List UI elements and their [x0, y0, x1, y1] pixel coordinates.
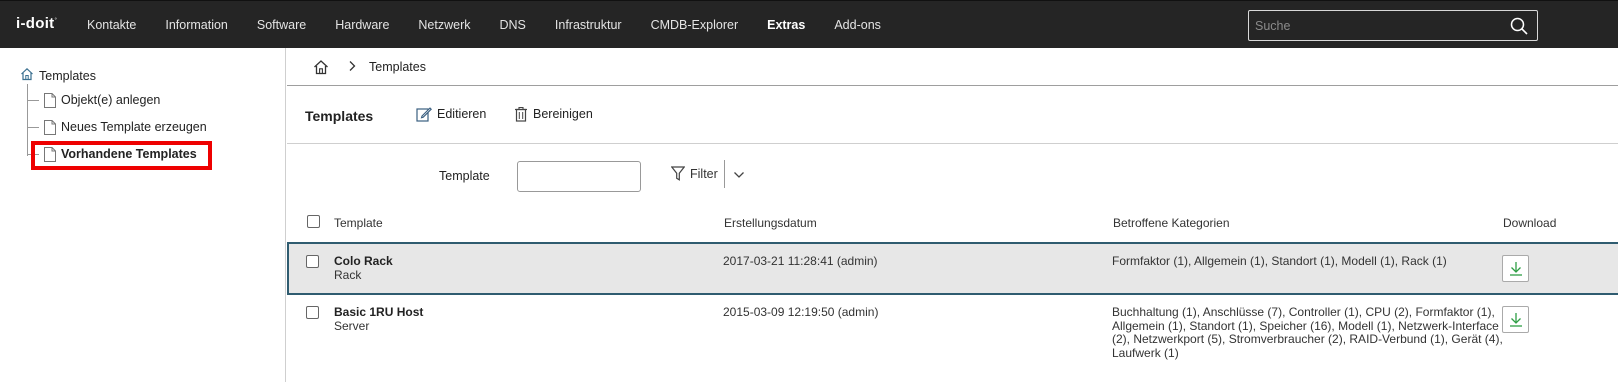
edit-label: Editieren: [437, 107, 487, 121]
nav-item-infrastruktur[interactable]: Infrastruktur: [543, 1, 634, 49]
tree-root-label: Templates: [39, 68, 96, 83]
nav-item-information[interactable]: Information: [153, 1, 240, 49]
created-date: 2015-03-09 12:19:50 (admin): [723, 305, 879, 319]
table-row[interactable]: Colo Rack Rack 2017-03-21 11:28:41 (admi…: [287, 242, 1618, 295]
column-header-categories[interactable]: Betroffene Kategorien: [1113, 216, 1230, 230]
clean-button[interactable]: Bereinigen: [514, 106, 593, 122]
nav-item-software[interactable]: Software: [245, 1, 318, 49]
categories-line: Laufwerk (1): [1112, 345, 1179, 360]
sidebar-item-objekte-anlegen[interactable]: Objekt(e) anlegen: [27, 90, 160, 110]
sidebar-item-label: Objekt(e) anlegen: [61, 93, 161, 107]
row-checkbox[interactable]: [306, 255, 319, 268]
filter-button-label: Filter: [690, 166, 718, 181]
trash-icon: [515, 106, 527, 122]
page-title: Templates: [305, 108, 374, 124]
filter-button[interactable]: Filter: [671, 166, 718, 181]
edit-icon: [416, 107, 432, 122]
home-icon: [20, 67, 34, 84]
download-icon: [1509, 313, 1522, 327]
column-header-template[interactable]: Template: [334, 216, 383, 230]
selection-highlight: [31, 141, 212, 170]
template-name[interactable]: Basic 1RU Host: [334, 305, 423, 320]
filter-icon: [671, 166, 685, 181]
sidebar-item-neues-template[interactable]: Neues Template erzeugen: [27, 117, 207, 137]
chevron-down-icon[interactable]: [733, 168, 745, 182]
sidebar-item-label: Neues Template erzeugen: [61, 120, 207, 134]
document-icon: [44, 119, 56, 135]
chevron-right-icon: [348, 60, 356, 75]
column-header-created[interactable]: Erstellungsdatum: [724, 216, 817, 230]
created-date: 2017-03-21 11:28:41 (admin): [723, 254, 878, 268]
main-menu: Kontakte Information Software Hardware N…: [75, 1, 898, 49]
nav-item-extras[interactable]: Extras: [755, 1, 817, 49]
template-type: Rack: [334, 268, 362, 282]
tree-root-templates[interactable]: Templates: [20, 67, 96, 84]
categories-line: Allgemein (1), Standort (1), Speicher (1…: [1112, 318, 1499, 333]
row-checkbox[interactable]: [306, 306, 319, 319]
home-icon[interactable]: [313, 59, 329, 78]
nav-item-cmdb-explorer[interactable]: CMDB-Explorer: [639, 1, 751, 49]
column-header-download: Download: [1503, 216, 1557, 230]
nav-item-add-ons[interactable]: Add-ons: [822, 1, 893, 49]
nav-item-dns[interactable]: DNS: [488, 1, 538, 49]
download-button[interactable]: [1502, 306, 1529, 333]
categories-line: (2), Netzwerkport (5), Stromverbraucher …: [1112, 332, 1503, 346]
search-box: [1248, 10, 1538, 41]
nav-item-netzwerk[interactable]: Netzwerk: [406, 1, 482, 49]
affected-categories: Formfaktor (1), Allgemein (1), Standort …: [1112, 254, 1447, 268]
select-all-checkbox[interactable]: [307, 215, 320, 228]
divider: [724, 160, 725, 188]
template-filter-input[interactable]: [517, 161, 641, 192]
breadcrumb-current: Templates: [369, 60, 426, 74]
toolbar: Templates Editieren Bereinigen: [287, 87, 1618, 144]
clean-label: Bereinigen: [533, 107, 593, 121]
nav-item-kontakte[interactable]: Kontakte: [75, 1, 148, 49]
filter-label: Template: [439, 169, 490, 183]
template-name[interactable]: Colo Rack: [334, 254, 393, 269]
nav-item-hardware[interactable]: Hardware: [323, 1, 401, 49]
edit-button[interactable]: Editieren: [416, 106, 486, 122]
download-icon: [1509, 262, 1522, 276]
sidebar-tree: Templates Objekt(e) anlegen Neues Templa…: [0, 48, 286, 382]
download-button[interactable]: [1502, 255, 1529, 282]
affected-categories: Buchhaltung (1), Anschlüsse (7), Control…: [1112, 305, 1503, 360]
table-row[interactable]: Basic 1RU Host Server 2015-03-09 12:19:5…: [287, 296, 1618, 382]
search-input[interactable]: [1249, 11, 1499, 40]
logo[interactable]: i-doit°: [16, 15, 57, 32]
template-type: Server: [334, 319, 370, 333]
top-navigation-bar: i-doit° Kontakte Information Software Ha…: [0, 0, 1618, 48]
categories-line: Buchhaltung (1), Anschlüsse (7), Control…: [1112, 305, 1495, 319]
breadcrumb: Templates: [287, 48, 1618, 86]
document-icon: [44, 92, 56, 108]
search-icon[interactable]: [1510, 17, 1528, 38]
